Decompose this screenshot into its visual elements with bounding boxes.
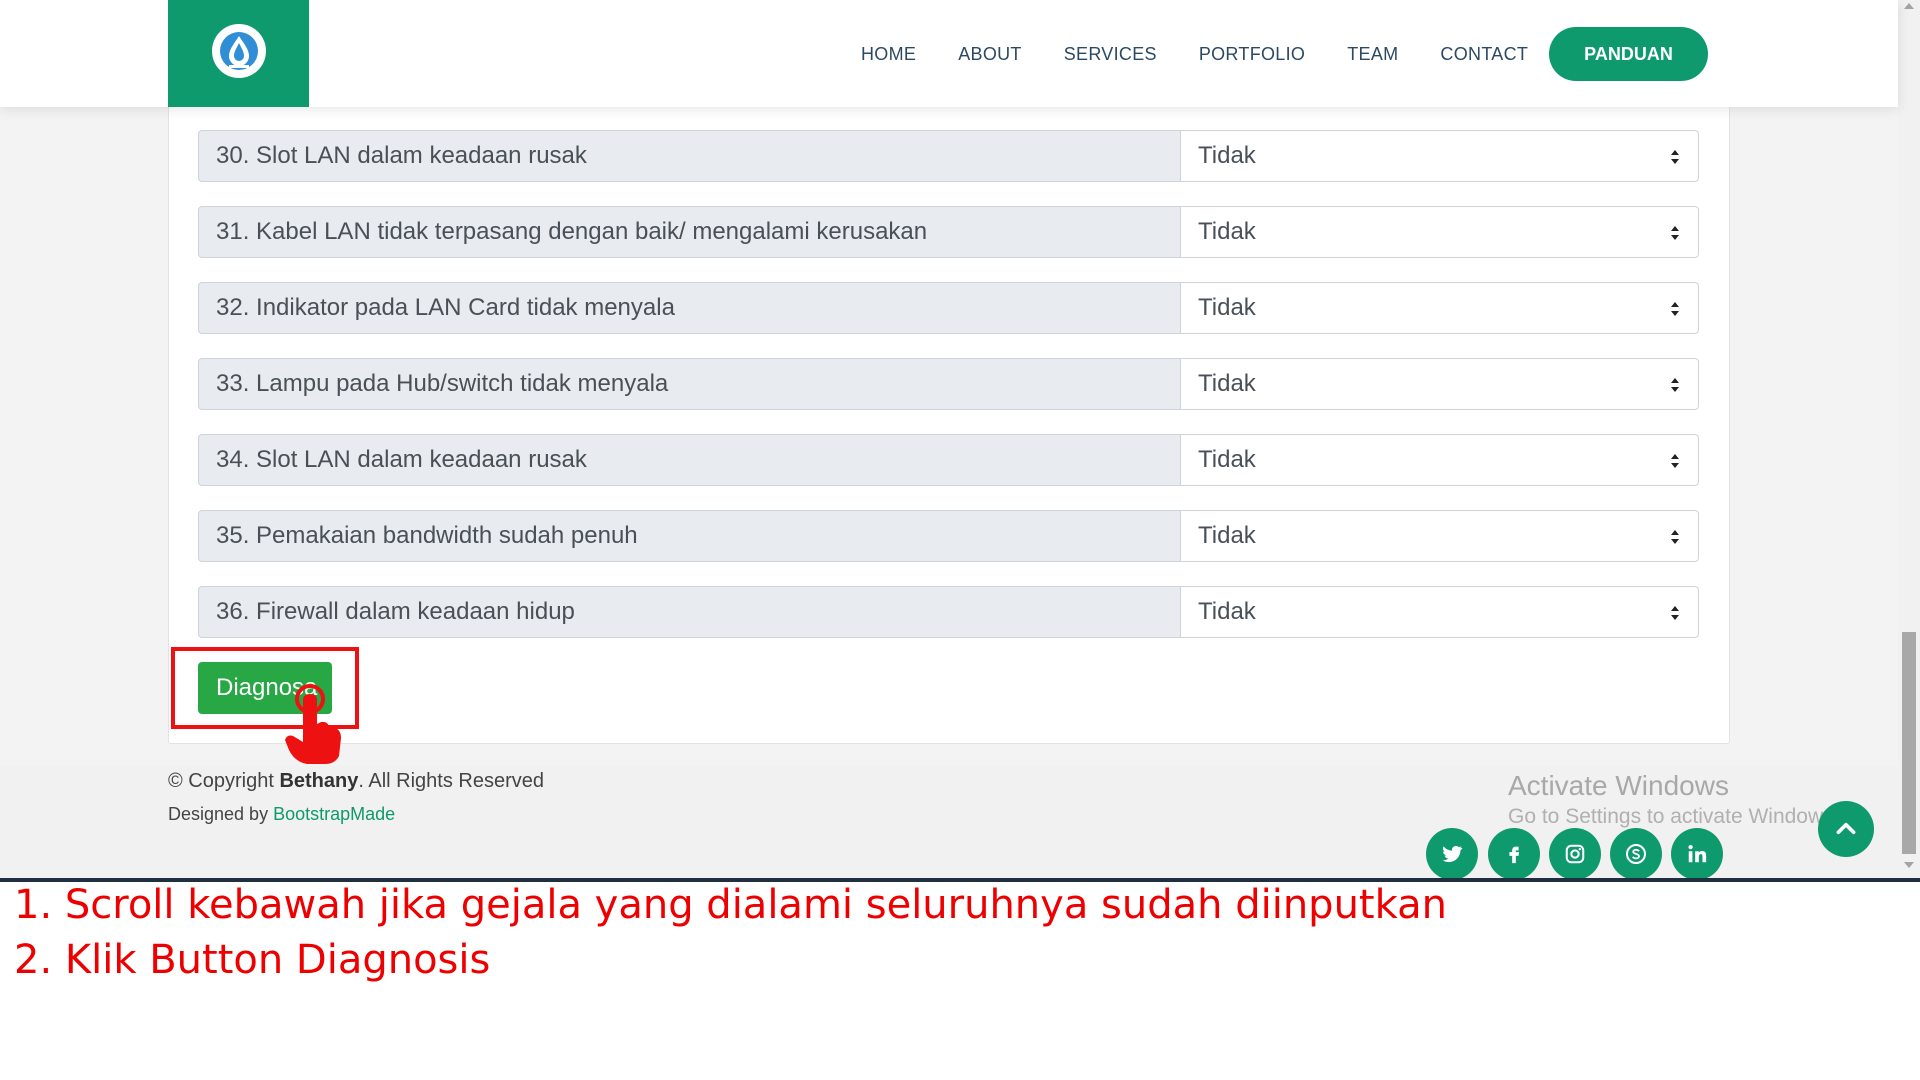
nav-home[interactable]: HOME <box>861 44 916 65</box>
scrollbar-thumb[interactable] <box>1902 632 1916 854</box>
designed-prefix: Designed by <box>168 804 274 824</box>
symptom-answer-select[interactable]: Tidak <box>1180 206 1699 258</box>
select-caret-icon <box>1671 150 1679 164</box>
facebook-icon <box>1509 846 1520 864</box>
select-value: Tidak <box>1198 142 1256 169</box>
select-caret-icon <box>1671 378 1679 392</box>
select-value: Tidak <box>1198 370 1256 397</box>
chevron-up-icon <box>1836 822 1856 835</box>
copyright-suffix: . All Rights Reserved <box>358 770 544 792</box>
main-nav: HOME ABOUT SERVICES PORTFOLIO TEAM CONTA… <box>861 44 1528 65</box>
twitter-button[interactable] <box>1426 828 1478 880</box>
symptom-label: 30. Slot LAN dalam keadaan rusak <box>198 130 1180 182</box>
linkedin-icon <box>1688 845 1707 863</box>
symptom-answer-select[interactable]: Tidak <box>1180 586 1699 638</box>
nav-team[interactable]: TEAM <box>1347 44 1398 65</box>
skype-icon <box>1626 844 1646 864</box>
symptom-label: 35. Pemakaian bandwidth sudah penuh <box>198 510 1180 562</box>
select-caret-icon <box>1671 530 1679 544</box>
select-caret-icon <box>1671 302 1679 316</box>
symptom-answer-select[interactable]: Tidak <box>1180 434 1699 486</box>
symptom-row-36: 36. Firewall dalam keadaan hidup Tidak <box>198 586 1699 638</box>
scroll-down-arrow-icon[interactable] <box>1904 862 1914 868</box>
select-value: Tidak <box>1198 294 1256 321</box>
logo-block[interactable] <box>168 0 309 107</box>
symptom-row-31: 31. Kabel LAN tidak terpasang dengan bai… <box>198 206 1699 258</box>
symptom-row-34: 34. Slot LAN dalam keadaan rusak Tidak <box>198 434 1699 486</box>
symptom-answer-select[interactable]: Tidak <box>1180 282 1699 334</box>
instagram-button[interactable] <box>1549 828 1601 880</box>
select-value: Tidak <box>1198 446 1256 473</box>
activate-windows-title: Activate Windows <box>1508 770 1729 801</box>
symptom-label: 32. Indikator pada LAN Card tidak menyal… <box>198 282 1180 334</box>
select-caret-icon <box>1671 454 1679 468</box>
nav-services[interactable]: SERVICES <box>1064 44 1157 65</box>
site-header: HOME ABOUT SERVICES PORTFOLIO TEAM CONTA… <box>0 0 1898 107</box>
instruction-step-2: 2. Klik Button Diagnosis <box>14 937 491 983</box>
nav-portfolio[interactable]: PORTFOLIO <box>1199 44 1305 65</box>
symptom-row-30: 30. Slot LAN dalam keadaan rusak Tidak <box>198 130 1699 182</box>
page-scrollbar[interactable] <box>1898 0 1920 880</box>
copyright-brand: Bethany <box>279 770 359 792</box>
nav-contact[interactable]: CONTACT <box>1440 44 1528 65</box>
copyright-prefix: © Copyright <box>168 770 280 792</box>
logo-icon <box>212 24 266 78</box>
designed-by-text: Designed by BootstrapMade <box>168 804 395 825</box>
copyright-text: © Copyright Bethany. All Rights Reserved <box>168 770 544 793</box>
panduan-button[interactable]: PANDUAN <box>1549 27 1708 81</box>
symptom-answer-select[interactable]: Tidak <box>1180 130 1699 182</box>
instruction-step-1: 1. Scroll kebawah jika gejala yang diala… <box>14 882 1447 928</box>
select-value: Tidak <box>1198 522 1256 549</box>
select-caret-icon <box>1671 606 1679 620</box>
symptom-label: 36. Firewall dalam keadaan hidup <box>198 586 1180 638</box>
symptom-answer-select[interactable]: Tidak <box>1180 358 1699 410</box>
select-value: Tidak <box>1198 598 1256 625</box>
symptom-row-35: 35. Pemakaian bandwidth sudah penuh Tida… <box>198 510 1699 562</box>
scroll-up-arrow-icon[interactable] <box>1904 3 1914 9</box>
symptom-label: 31. Kabel LAN tidak terpasang dengan bai… <box>198 206 1180 258</box>
symptom-row-32: 32. Indikator pada LAN Card tidak menyal… <box>198 282 1699 334</box>
twitter-icon <box>1442 845 1463 863</box>
activate-windows-subtitle: Go to Settings to activate Windows. <box>1508 805 1840 828</box>
symptom-label: 34. Slot LAN dalam keadaan rusak <box>198 434 1180 486</box>
nav-about[interactable]: ABOUT <box>958 44 1022 65</box>
hand-pointer-icon <box>285 684 341 764</box>
skype-button[interactable] <box>1610 828 1662 880</box>
symptom-answer-select[interactable]: Tidak <box>1180 510 1699 562</box>
linkedin-button[interactable] <box>1671 828 1723 880</box>
facebook-button[interactable] <box>1488 828 1540 880</box>
instagram-icon <box>1565 844 1585 864</box>
symptom-label: 33. Lampu pada Hub/switch tidak menyala <box>198 358 1180 410</box>
symptom-row-33: 33. Lampu pada Hub/switch tidak menyala … <box>198 358 1699 410</box>
bootstrapmade-link[interactable]: BootstrapMade <box>273 804 395 824</box>
select-caret-icon <box>1671 226 1679 240</box>
browser-page: 30. Slot LAN dalam keadaan rusak Tidak 3… <box>0 0 1920 880</box>
select-value: Tidak <box>1198 218 1256 245</box>
back-to-top-button[interactable] <box>1818 801 1874 857</box>
